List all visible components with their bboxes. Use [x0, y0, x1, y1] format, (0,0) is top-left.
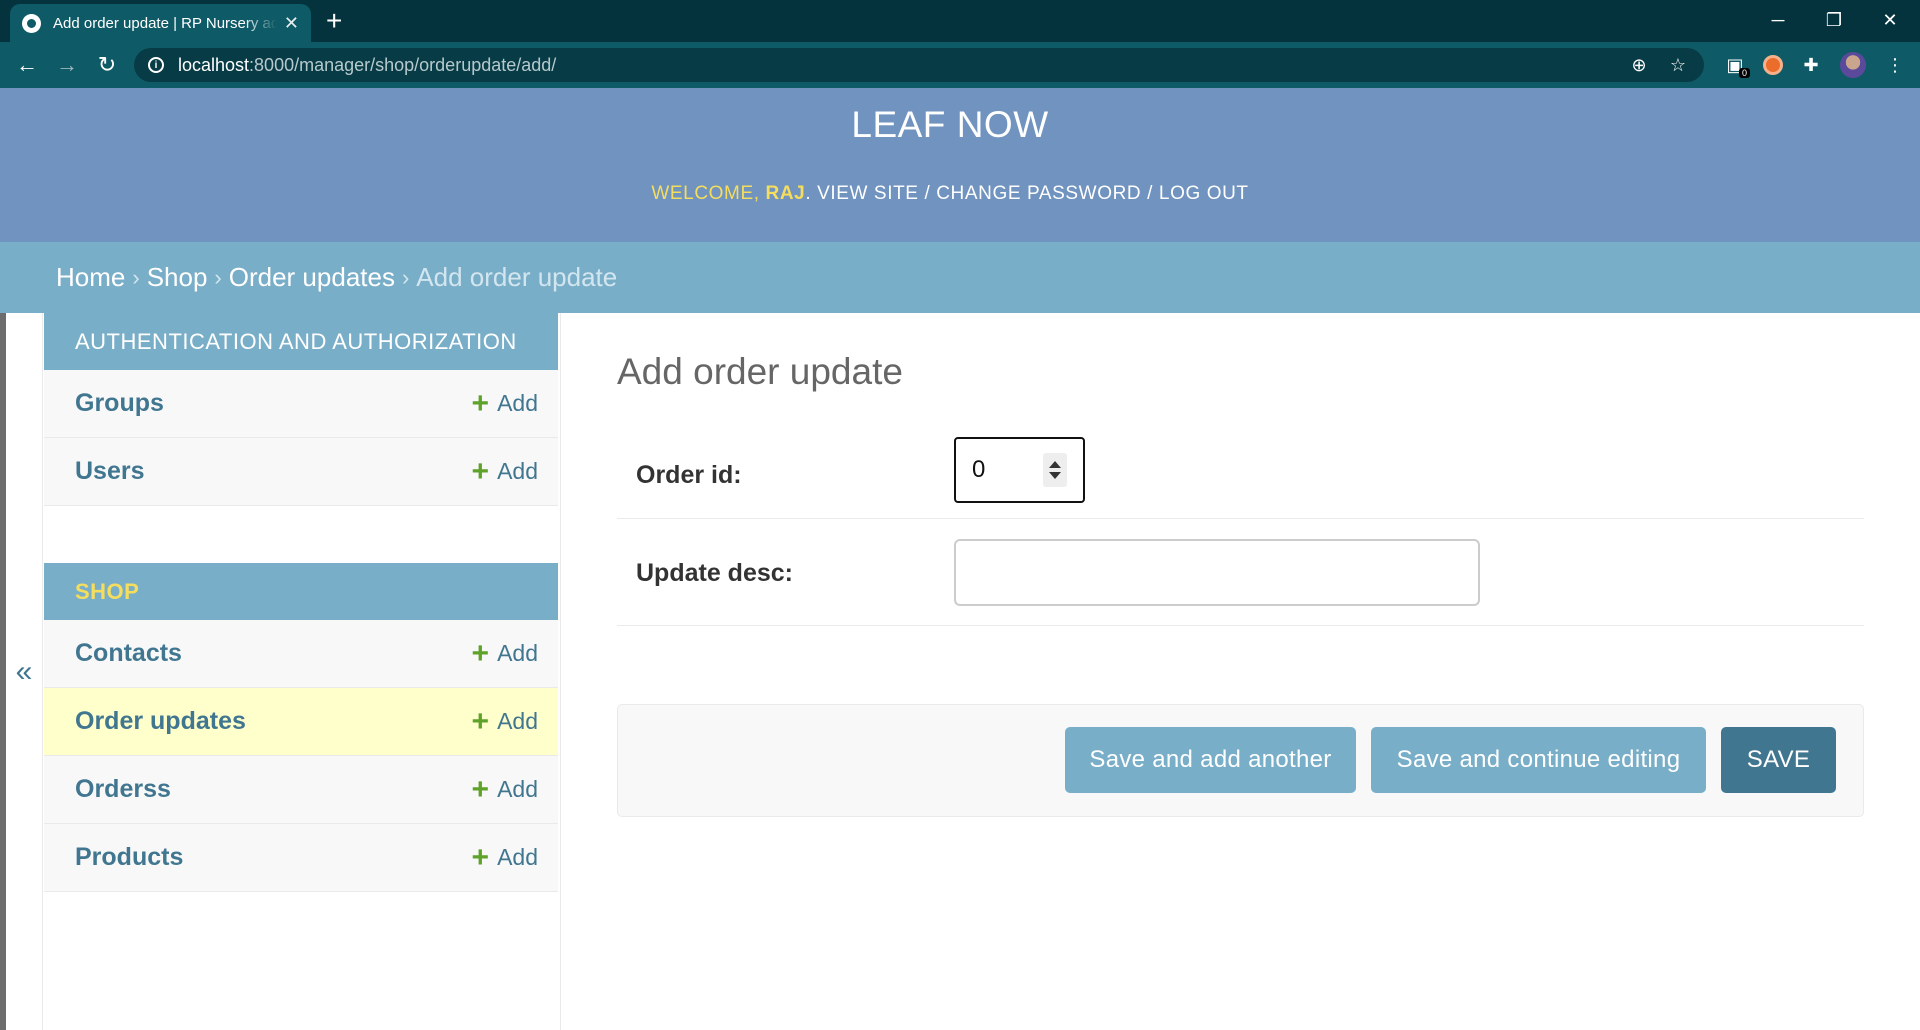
add-users-link[interactable]: + Add — [471, 454, 538, 488]
add-products-link[interactable]: + Add — [471, 840, 538, 874]
info-icon[interactable]: i — [148, 57, 164, 73]
zoom-icon[interactable]: ⊕ — [1628, 54, 1650, 76]
minimize-icon[interactable]: ─ — [1750, 0, 1806, 40]
username: RAJ — [765, 183, 806, 204]
update-desc-row: Update desc: — [617, 519, 1864, 626]
menu-dots-icon[interactable]: ⋮ — [1880, 50, 1910, 80]
model-link[interactable]: Users — [75, 457, 145, 486]
number-spinner[interactable] — [1043, 453, 1067, 487]
plus-icon: + — [471, 636, 490, 670]
plus-icon: + — [471, 386, 490, 420]
change-password-link[interactable]: CHANGE PASSWORD — [936, 183, 1141, 204]
model-link[interactable]: Contacts — [75, 639, 182, 668]
sidebar-item-users: Users + Add — [44, 438, 558, 506]
add-order-updates-link[interactable]: + Add — [471, 704, 538, 738]
plus-icon: + — [471, 454, 490, 488]
log-out-link[interactable]: LOG OUT — [1159, 183, 1249, 204]
close-tab-icon[interactable]: ✕ — [284, 14, 299, 32]
plus-icon: + — [471, 704, 490, 738]
globe-icon — [22, 13, 41, 33]
site-header: LEAF NOW WELCOME, RAJ. VIEW SITE / CHANG… — [0, 88, 1920, 242]
module-caption-shop[interactable]: SHOP — [44, 563, 558, 620]
spin-down-icon[interactable] — [1049, 472, 1061, 479]
add-contacts-link[interactable]: + Add — [471, 636, 538, 670]
order-id-input[interactable]: 0 — [954, 437, 1085, 503]
url-text[interactable]: localhost:8000/manager/shop/orderupdate/… — [178, 55, 556, 76]
save-and-continue-button[interactable]: Save and continue editing — [1371, 727, 1706, 793]
orange-extension-icon[interactable] — [1758, 50, 1788, 80]
main-content: Add order update Order id: 0 Update desc… — [617, 313, 1864, 817]
bookmark-star-icon[interactable]: ☆ — [1667, 54, 1689, 76]
breadcrumb-shop[interactable]: Shop — [147, 262, 208, 293]
sidebar-item-groups: Groups + Add — [44, 370, 558, 438]
tab-title: Add order update | RP Nursery admin — [53, 14, 277, 32]
order-id-row: Order id: 0 — [617, 437, 1864, 519]
add-orderss-link[interactable]: + Add — [471, 772, 538, 806]
submit-row: Save and add another Save and continue e… — [617, 704, 1864, 817]
extension-icon[interactable]: ▣ 0 — [1720, 50, 1750, 80]
breadcrumb-current: Add order update — [416, 262, 618, 292]
restore-icon[interactable]: ❐ — [1806, 0, 1862, 40]
sidebar-item-order-updates: Order updates + Add — [44, 688, 558, 756]
breadcrumb-home[interactable]: Home — [56, 262, 125, 293]
address-bar[interactable]: i localhost:8000/manager/shop/orderupdat… — [134, 48, 1704, 82]
module-caption-auth[interactable]: AUTHENTICATION AND AUTHORIZATION — [44, 313, 558, 370]
sidebar-item-products: Products + Add — [44, 824, 558, 892]
sidebar-item-orderss: Orderss + Add — [44, 756, 558, 824]
model-link[interactable]: Groups — [75, 389, 164, 418]
spin-up-icon[interactable] — [1049, 461, 1061, 468]
puzzle-icon[interactable]: ✚ — [1796, 50, 1826, 80]
browser-tab[interactable]: Add order update | RP Nursery admin ✕ — [10, 4, 311, 42]
update-desc-input[interactable] — [954, 539, 1480, 606]
save-button[interactable]: SAVE — [1721, 727, 1836, 793]
view-site-link[interactable]: VIEW SITE — [817, 183, 918, 204]
plus-icon: + — [471, 772, 490, 806]
model-link[interactable]: Order updates — [75, 707, 246, 736]
close-window-icon[interactable]: ✕ — [1862, 0, 1918, 40]
breadcrumb-order-updates[interactable]: Order updates — [229, 262, 395, 293]
site-name[interactable]: LEAF NOW — [0, 104, 1900, 146]
user-tools: WELCOME, RAJ. VIEW SITE / CHANGE PASSWOR… — [651, 183, 1249, 204]
save-and-add-another-button[interactable]: Save and add another — [1065, 727, 1356, 793]
forward-arrow-icon[interactable]: → — [50, 48, 84, 82]
browser-tabstrip: Add order update | RP Nursery admin ✕ + … — [0, 0, 1920, 42]
new-tab-icon[interactable]: + — [326, 7, 342, 35]
sidebar-item-contacts: Contacts + Add — [44, 620, 558, 688]
plus-icon: + — [471, 840, 490, 874]
breadcrumb: Home › Shop › Order updates › Add order … — [0, 242, 1920, 313]
sidebar-nav: AUTHENTICATION AND AUTHORIZATION Groups … — [44, 313, 561, 1030]
back-arrow-icon[interactable]: ← — [10, 48, 44, 82]
toggle-sidebar-button[interactable]: « — [6, 313, 43, 1030]
model-link[interactable]: Orderss — [75, 775, 171, 804]
reload-icon[interactable]: ↻ — [90, 48, 124, 82]
welcome-text: WELCOME, — [651, 183, 760, 204]
add-groups-link[interactable]: + Add — [471, 386, 538, 420]
update-desc-label: Update desc: — [636, 559, 793, 587]
page-title: Add order update — [617, 351, 903, 392]
order-id-label: Order id: — [636, 461, 742, 489]
model-link[interactable]: Products — [75, 843, 183, 872]
profile-avatar[interactable] — [1838, 50, 1868, 80]
